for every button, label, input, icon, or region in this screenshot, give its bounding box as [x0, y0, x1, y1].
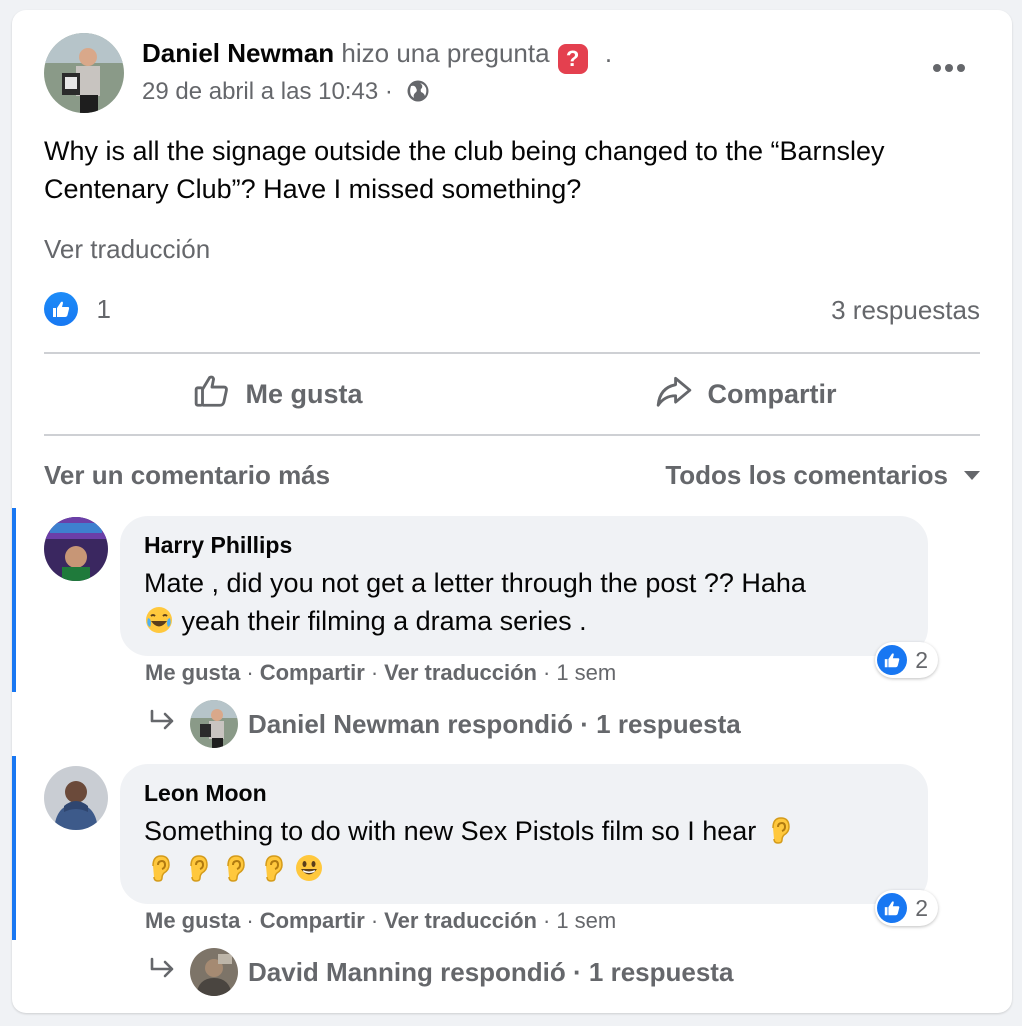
like-button-label: Me gusta [245, 378, 363, 409]
commenter-avatar[interactable] [44, 517, 108, 581]
share-button-label: Compartir [707, 378, 837, 409]
comment-text: Something to do with new Sex Pistols fil… [144, 812, 914, 888]
more-horizontal-icon[interactable] [932, 60, 966, 78]
globe-icon [406, 79, 430, 110]
post-author-name[interactable]: Daniel Newman [142, 38, 334, 68]
reply-summary: David Manning respondió · 1 respuesta [248, 956, 734, 987]
ear-emoji-icon [219, 853, 249, 883]
post-action-text: hizo una pregunta [341, 38, 550, 68]
comment-translate-link[interactable]: Ver traducción [384, 660, 537, 685]
comment-reactions[interactable]: 2 [875, 890, 938, 926]
share-arrow-icon [655, 372, 707, 417]
commenter-name[interactable]: Leon Moon [144, 780, 267, 807]
post-actions: Me gusta Compartir [44, 354, 980, 434]
see-translation-link[interactable]: Ver traducción [44, 234, 210, 265]
post-card: Daniel Newman hizo una pregunta? . 29 de… [12, 10, 1012, 1013]
ear-emoji-icon [182, 853, 212, 883]
laughing-emoji-icon [144, 605, 174, 635]
caret-down-icon [964, 471, 980, 480]
comment-time[interactable]: 1 sem [556, 908, 616, 933]
ear-emoji-icon [257, 853, 287, 883]
view-replies-link[interactable]: Daniel Newman respondió · 1 respuesta [148, 700, 741, 748]
like-reaction-icon[interactable] [44, 292, 78, 326]
post-body: Why is all the signage outside the club … [44, 136, 885, 204]
comment-time[interactable]: 1 sem [556, 660, 616, 685]
thumbs-up-icon [193, 372, 245, 417]
comment-reactions[interactable]: 2 [875, 642, 938, 678]
comment-bubble: Leon Moon Something to do with new Sex P… [120, 764, 938, 926]
comment-sort-dropdown[interactable]: Todos los comentarios [665, 460, 980, 491]
reactions-summary: 1 3 respuestas [44, 292, 980, 332]
ear-emoji-icon [144, 853, 174, 883]
post-author-avatar[interactable] [44, 33, 124, 113]
comment-share-link[interactable]: Compartir [260, 908, 365, 933]
comment-like-link[interactable]: Me gusta [145, 908, 240, 933]
comment-sort-label: Todos los comentarios [665, 460, 948, 490]
comment-like-link[interactable]: Me gusta [145, 660, 240, 685]
question-icon: ? [557, 44, 588, 74]
comment-text-line: yeah their filming a drama series . [174, 606, 587, 636]
comment-text-line: Something to do with new Sex Pistols fil… [144, 816, 757, 846]
commenter-name[interactable]: Harry Phillips [144, 532, 292, 559]
like-button[interactable]: Me gusta [44, 354, 512, 434]
comment-actions: Me gusta · Compartir · Ver traducción · 1 sem [145, 908, 617, 933]
view-replies-link[interactable]: David Manning respondió · 1 respuesta [148, 948, 733, 996]
thread-indicator [12, 756, 16, 940]
like-reaction-icon [877, 645, 908, 675]
ear-emoji-icon [764, 815, 794, 845]
like-reaction-icon [877, 893, 908, 923]
view-more-comments-link[interactable]: Ver un comentario más [44, 460, 330, 490]
reply-arrow-icon [148, 709, 176, 740]
comment-share-link[interactable]: Compartir [260, 660, 365, 685]
share-button[interactable]: Compartir [512, 354, 980, 434]
replies-count[interactable]: 3 respuestas [831, 295, 980, 326]
comment-reaction-count: 2 [915, 646, 928, 673]
comment-text-line: Mate , did you not get a letter through … [144, 568, 806, 598]
comments-header: Ver un comentario más Todos los comentar… [44, 460, 980, 491]
comment-translate-link[interactable]: Ver traducción [384, 908, 537, 933]
reply-arrow-icon [148, 957, 176, 988]
comment-text: Mate , did you not get a letter through … [144, 564, 914, 640]
divider-bottom [44, 434, 980, 436]
comment-reaction-count: 2 [915, 894, 928, 921]
replier-avatar [190, 948, 238, 996]
replier-avatar [190, 700, 238, 748]
header-dot: . [604, 38, 613, 68]
comment-bubble: Harry Phillips Mate , did you not get a … [120, 516, 938, 678]
thread-indicator [12, 508, 16, 692]
post-meta: 29 de abril a las 10:43 · [142, 78, 430, 110]
commenter-avatar[interactable] [44, 766, 108, 830]
post-timestamp[interactable]: 29 de abril a las 10:43 · [142, 78, 393, 105]
grinning-emoji-icon [294, 853, 324, 883]
comment-actions: Me gusta · Compartir · Ver traducción · 1 sem [145, 660, 617, 685]
reply-summary: Daniel Newman respondió · 1 respuesta [248, 708, 741, 739]
post-header: Daniel Newman hizo una pregunta? . [142, 38, 612, 74]
reaction-count[interactable]: 1 [96, 294, 110, 324]
